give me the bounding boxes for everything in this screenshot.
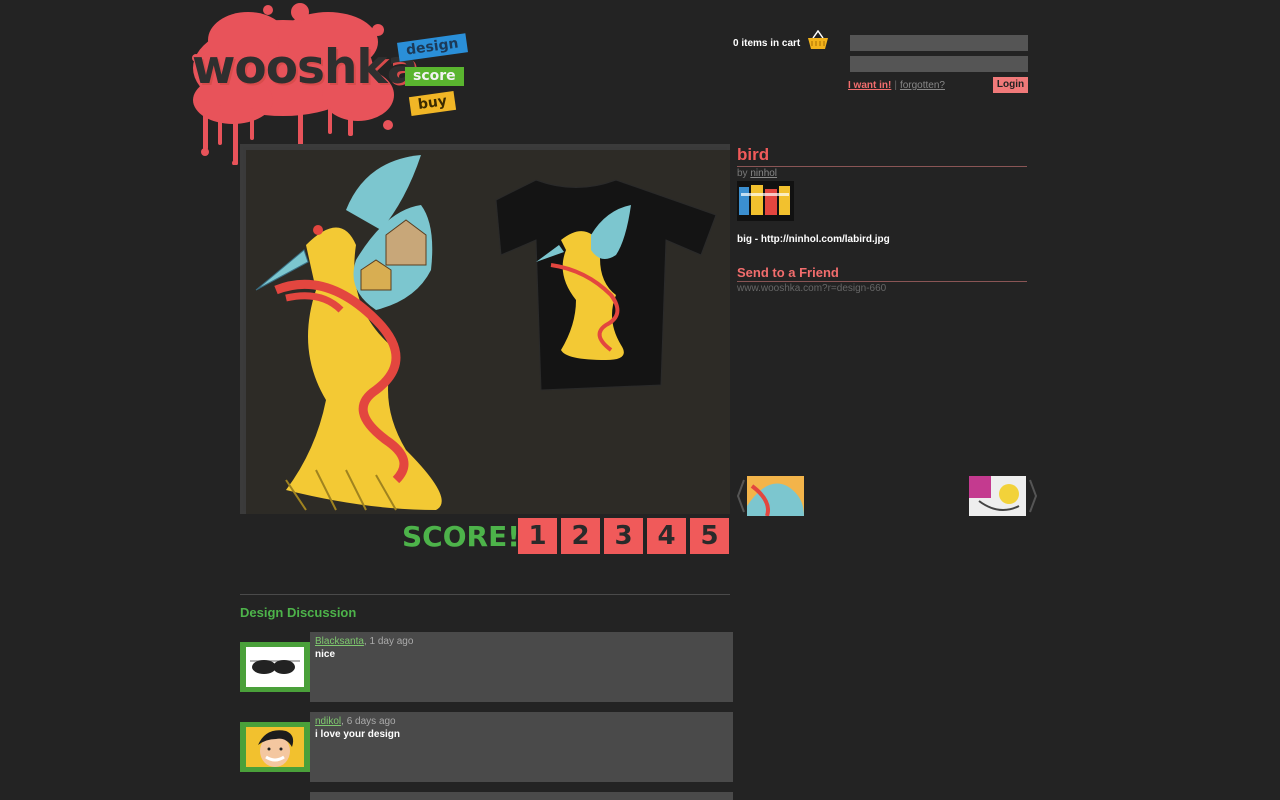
- basket-icon[interactable]: [807, 30, 829, 50]
- design-image[interactable]: [246, 150, 730, 514]
- byline-prefix: by: [737, 168, 748, 179]
- discussion-title: Design Discussion: [240, 605, 357, 620]
- next-design-thumbnail[interactable]: [969, 476, 1026, 516]
- sunglasses-avatar: [246, 647, 304, 687]
- comment-author-link[interactable]: ndikol: [315, 716, 341, 727]
- comment-author-link[interactable]: Blacksanta: [315, 636, 364, 647]
- bird-artwork: [255, 155, 717, 511]
- comment-text: i love your design: [315, 729, 401, 740]
- comment-text: nice: [315, 649, 336, 660]
- send-to-friend-title: Send to a Friend: [737, 265, 1027, 282]
- comment-meta: Blacksanta, 1 day ago: [315, 636, 413, 647]
- comment-time: , 6 days ago: [341, 716, 396, 727]
- score-button-2[interactable]: 2: [561, 518, 600, 554]
- share-url[interactable]: www.wooshka.com?r=design-660: [737, 283, 886, 294]
- cart-status[interactable]: 0 items in cart: [733, 38, 800, 49]
- logo-tag-score[interactable]: score: [405, 67, 464, 86]
- comment-box: Blacksanta, 1 day ago nice: [310, 632, 733, 702]
- comment-avatar[interactable]: [240, 642, 310, 692]
- big-image-link[interactable]: big - http://ninhol.com/labird.jpg: [737, 234, 890, 245]
- logo-wordmark: wooshka: [192, 40, 418, 95]
- chevron-left-icon[interactable]: [737, 478, 745, 514]
- sunglasses-icon: [246, 647, 304, 687]
- score-button-3[interactable]: 3: [604, 518, 643, 554]
- password-input[interactable]: [850, 56, 1028, 72]
- comment-time: , 1 day ago: [363, 636, 414, 647]
- comment-box: [310, 792, 733, 800]
- score-button-5[interactable]: 5: [690, 518, 729, 554]
- want-in-link[interactable]: I want in!: [848, 80, 891, 91]
- login-link-separator: |: [894, 80, 897, 91]
- comment-meta: ndikol, 6 days ago: [315, 716, 396, 727]
- discussion-divider: [240, 594, 730, 595]
- design-image-frame: [240, 144, 730, 514]
- comment-box: ndikol, 6 days ago i love your design: [310, 712, 733, 782]
- username-input[interactable]: [850, 35, 1028, 51]
- forgotten-password-link[interactable]: forgotten?: [900, 80, 945, 91]
- design-title: bird: [737, 145, 1027, 167]
- author-avatar[interactable]: [737, 181, 794, 221]
- chevron-right-icon[interactable]: [1029, 478, 1037, 514]
- cartoon-face-icon: [246, 727, 304, 767]
- login-links: I want in! | forgotten?: [848, 80, 945, 91]
- cartoon-face-avatar: [246, 727, 304, 767]
- previous-design-thumbnail[interactable]: [747, 476, 804, 516]
- login-button[interactable]: Login: [993, 77, 1028, 93]
- design-byline: by ninhol: [737, 168, 777, 179]
- author-link[interactable]: ninhol: [750, 168, 777, 179]
- score-button-1[interactable]: 1: [518, 518, 557, 554]
- wooshka-logo[interactable]: wooshka design score buy: [188, 0, 468, 165]
- score-button-4[interactable]: 4: [647, 518, 686, 554]
- score-label: SCORE!: [402, 520, 520, 553]
- comment-avatar[interactable]: [240, 722, 310, 772]
